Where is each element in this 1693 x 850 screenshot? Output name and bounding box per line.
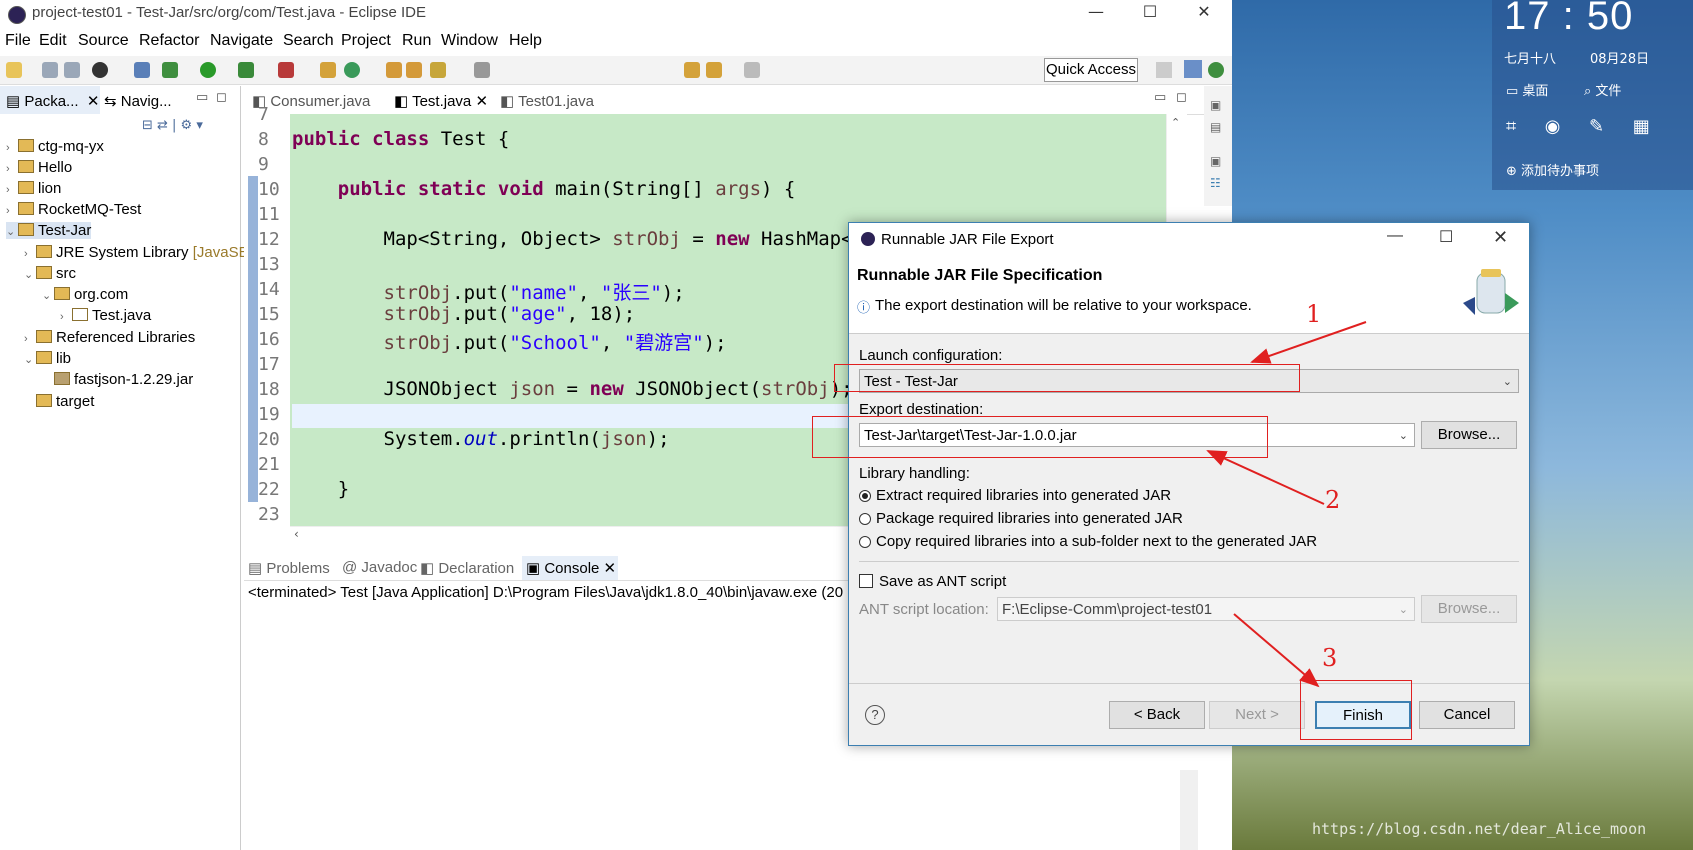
- annotation-arrows: [1206, 321, 1367, 688]
- annotation-arrow-1: [1250, 321, 1367, 364]
- annotation-arrow-3: [1233, 613, 1320, 688]
- annotation-arrow-2: [1206, 450, 1325, 505]
